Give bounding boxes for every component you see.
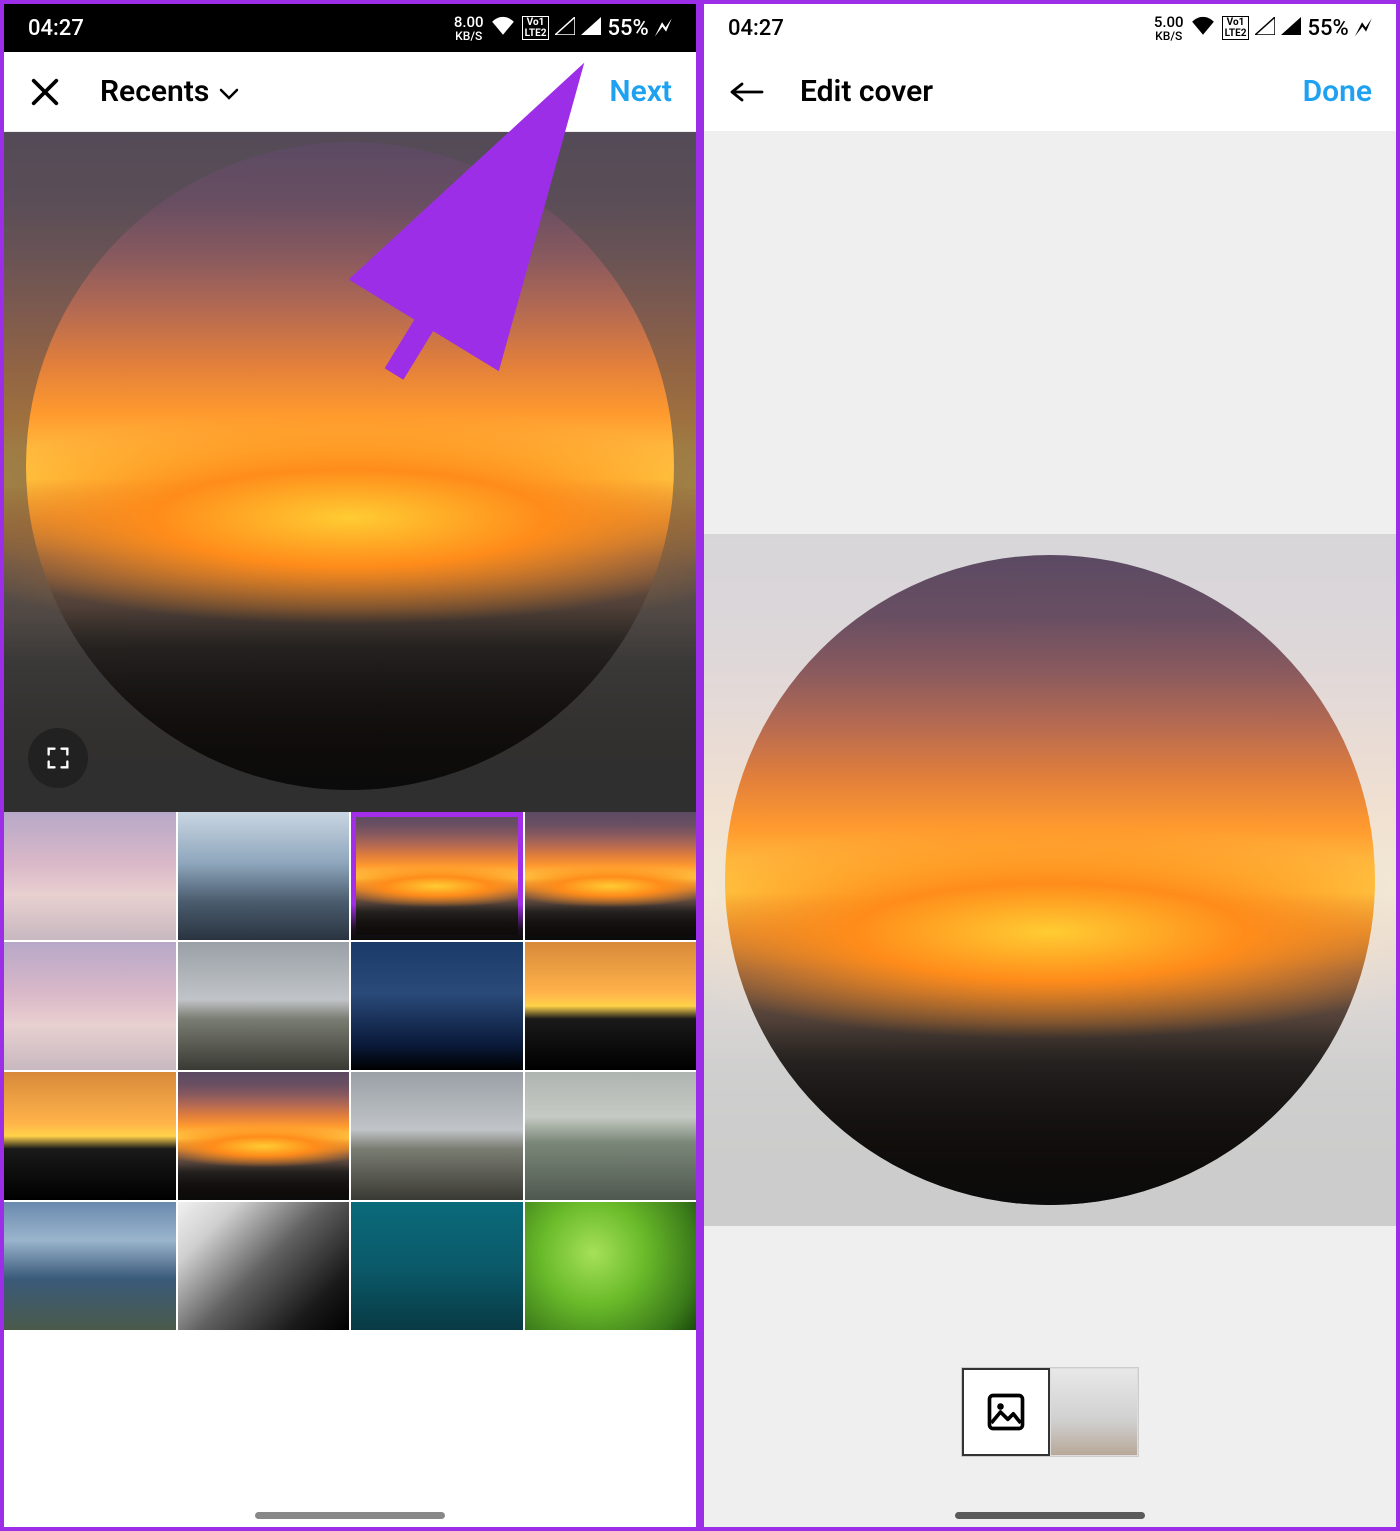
gallery-thumb[interactable]: [4, 942, 176, 1070]
gallery-thumb[interactable]: [525, 1072, 697, 1200]
data-speed: 8.00 KB/S: [454, 15, 484, 42]
status-right: 5.00 KB/S Vo1 LTE2 55% 🗲: [1154, 13, 1372, 44]
gallery-thumb[interactable]: [525, 1202, 697, 1330]
gallery-thumb[interactable]: [178, 1202, 350, 1330]
gallery-thumb[interactable]: [178, 1072, 350, 1200]
data-speed: 5.00 KB/S: [1154, 15, 1184, 42]
gallery-thumb[interactable]: [525, 812, 697, 940]
gallery-thumb[interactable]: [4, 812, 176, 940]
cover-canvas: [704, 534, 1396, 1226]
phone-left: 04:27 8.00 KB/S Vo1 LTE2 55% 🗲 Recent: [0, 0, 700, 1531]
gallery-thumb[interactable]: [351, 812, 523, 940]
gallery-thumb[interactable]: [351, 942, 523, 1070]
charging-icon: 🗲: [1355, 13, 1372, 44]
signal-icon: [555, 16, 575, 41]
lte-badge: Vo1 LTE2: [522, 16, 550, 40]
home-indicator[interactable]: [955, 1512, 1145, 1519]
lte-badge: Vo1 LTE2: [1222, 16, 1250, 40]
charging-icon: 🗲: [655, 13, 672, 44]
gallery-thumb[interactable]: [351, 1202, 523, 1330]
preview-area[interactable]: [4, 132, 696, 812]
album-name: Recents: [100, 74, 209, 109]
back-icon[interactable]: [728, 78, 772, 106]
status-right: 8.00 KB/S Vo1 LTE2 55% 🗲: [454, 13, 672, 44]
wifi-icon: [1190, 15, 1216, 41]
wifi-icon: [490, 15, 516, 41]
status-bar: 04:27 5.00 KB/S Vo1 LTE2 55% 🗲: [704, 4, 1396, 52]
signal-icon: [1281, 16, 1301, 41]
app-bar: Recents Next: [4, 52, 696, 132]
album-selector[interactable]: Recents: [100, 74, 239, 109]
gallery-thumb[interactable]: [525, 942, 697, 1070]
signal-icon: [1255, 16, 1275, 41]
app-bar: Edit cover Done: [704, 52, 1396, 132]
status-time: 04:27: [28, 16, 84, 41]
phone-right: 04:27 5.00 KB/S Vo1 LTE2 55% 🗲 Edit c: [700, 0, 1400, 1531]
gallery-thumb[interactable]: [4, 1072, 176, 1200]
next-button[interactable]: Next: [609, 74, 672, 109]
page-title: Edit cover: [800, 74, 933, 109]
gallery-thumb[interactable]: [178, 812, 350, 940]
cover-thumb[interactable]: [1050, 1368, 1138, 1456]
status-bar: 04:27 8.00 KB/S Vo1 LTE2 55% 🗲: [4, 4, 696, 52]
signal-icon: [581, 16, 601, 41]
cover-source-strip: [961, 1367, 1139, 1457]
home-indicator[interactable]: [255, 1512, 445, 1519]
circle-crop-preview: [26, 142, 674, 790]
status-time: 04:27: [728, 16, 784, 41]
battery-text: 55%: [1307, 16, 1348, 41]
battery-text: 55%: [607, 16, 648, 41]
add-from-gallery-button[interactable]: [962, 1368, 1050, 1456]
gallery-thumb[interactable]: [4, 1202, 176, 1330]
close-icon[interactable]: [28, 75, 72, 109]
expand-crop-button[interactable]: [28, 728, 88, 788]
edit-preview-area[interactable]: [704, 132, 1396, 1527]
gallery-thumb[interactable]: [178, 942, 350, 1070]
done-button[interactable]: Done: [1303, 74, 1372, 109]
chevron-down-icon: [219, 74, 239, 109]
gallery-grid: [4, 812, 696, 1527]
cover-circle: [725, 555, 1375, 1205]
gallery-thumb[interactable]: [351, 1072, 523, 1200]
